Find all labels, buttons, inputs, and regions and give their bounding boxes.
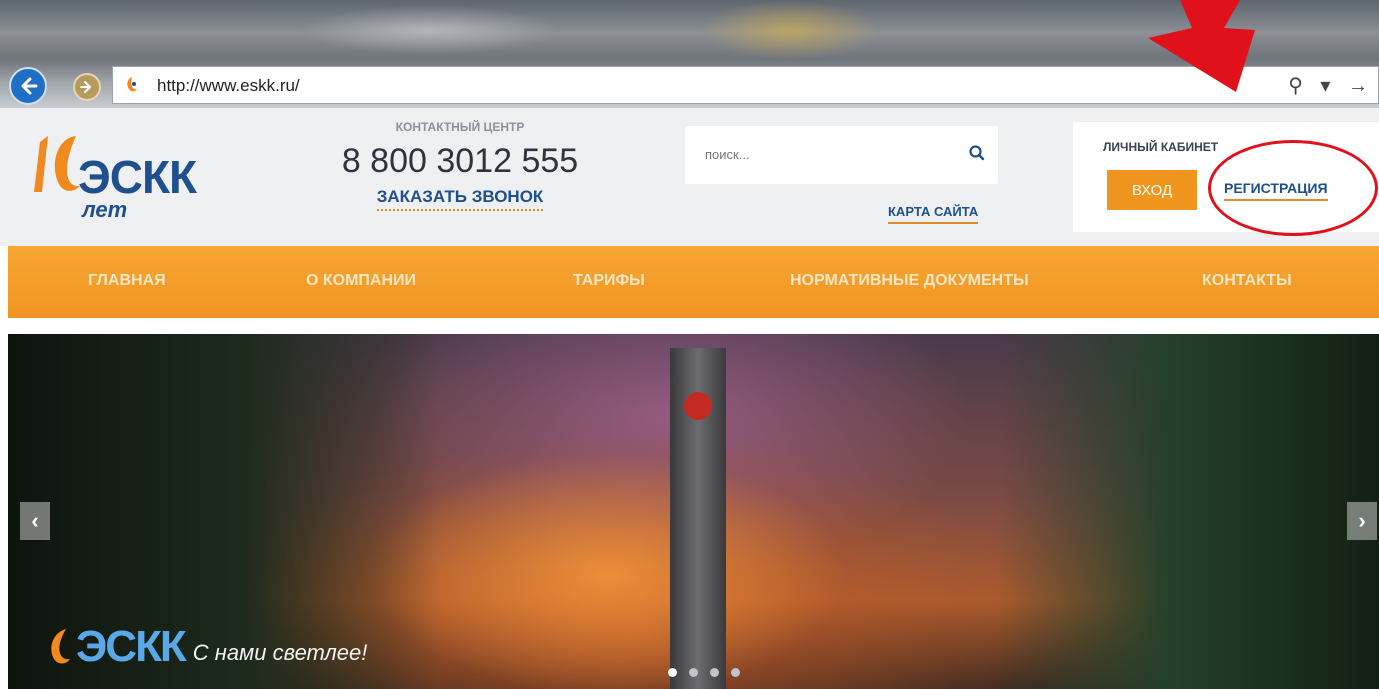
chevron-left-icon: ‹ — [31, 508, 39, 533]
hero-slider: ‹ › ЭСКК С нами светлее! — [8, 334, 1379, 689]
address-tools[interactable]: ⚲ ▾ → — [1288, 73, 1374, 98]
site-header: ЭСКК лет КОНТАКТНЫЙ ЦЕНТР 8 800 3012 555… — [0, 108, 1379, 246]
nav-item-about[interactable]: О КОМПАНИИ — [306, 272, 416, 290]
slider-prev-button[interactable]: ‹ — [20, 502, 50, 540]
slider-dot[interactable] — [668, 668, 677, 677]
contact-phone: 8 800 3012 555 — [341, 142, 579, 180]
slide-logo: ЭСКК С нами светлее! — [44, 622, 367, 672]
logo-name: ЭСКК — [78, 151, 197, 203]
slider-dot[interactable] — [710, 668, 719, 677]
slider-dot[interactable] — [689, 668, 698, 677]
site-favicon-icon — [127, 77, 137, 92]
eskk-mark-icon — [51, 629, 70, 664]
slider-dot[interactable] — [731, 668, 740, 677]
search-input[interactable] — [703, 146, 937, 163]
slide-slogan: С нами светлее! — [192, 640, 368, 665]
back-button[interactable] — [9, 67, 47, 105]
eskk-logo[interactable]: ЭСКК лет — [28, 122, 238, 222]
slider-dots — [668, 668, 740, 677]
chevron-right-icon: › — [1358, 508, 1366, 533]
search-icon[interactable] — [968, 144, 986, 162]
nav-item-tariffs[interactable]: ТАРИФЫ — [573, 272, 645, 290]
order-call-link[interactable]: ЗАКАЗАТЬ ЗВОНОК — [376, 187, 544, 211]
nav-item-documents[interactable]: НОРМАТИВНЫЕ ДОКУМЕНТЫ — [790, 272, 1029, 290]
sitemap-link[interactable]: КАРТА САЙТА — [888, 204, 979, 224]
url-text[interactable]: http://www.eskk.ru/ — [157, 76, 300, 96]
logo-subtitle: лет — [82, 197, 128, 222]
contact-center: КОНТАКТНЫЙ ЦЕНТР 8 800 3012 555 ЗАКАЗАТЬ… — [300, 120, 620, 211]
nav-item-contacts[interactable]: КОНТАКТЫ — [1202, 272, 1292, 290]
search-box — [685, 126, 998, 184]
slide-logo-name: ЭСКК — [76, 622, 187, 671]
red-circle-annotation — [1208, 140, 1378, 236]
forward-button[interactable] — [73, 73, 101, 101]
slider-next-button[interactable]: › — [1347, 502, 1377, 540]
arrow-right-icon — [80, 81, 92, 93]
contact-label: КОНТАКТНЫЙ ЦЕНТР — [395, 120, 525, 134]
red-arrow-annotation — [1148, 0, 1255, 92]
main-nav: ГЛАВНАЯ О КОМПАНИИ ТАРИФЫ НОРМАТИВНЫЕ ДО… — [8, 246, 1379, 318]
nav-item-home[interactable]: ГЛАВНАЯ — [88, 272, 166, 290]
arrow-left-icon — [21, 77, 38, 95]
cabinet-label: ЛИЧНЫЙ КАБИНЕТ — [1103, 140, 1219, 154]
login-button[interactable]: ВХОД — [1107, 170, 1197, 210]
